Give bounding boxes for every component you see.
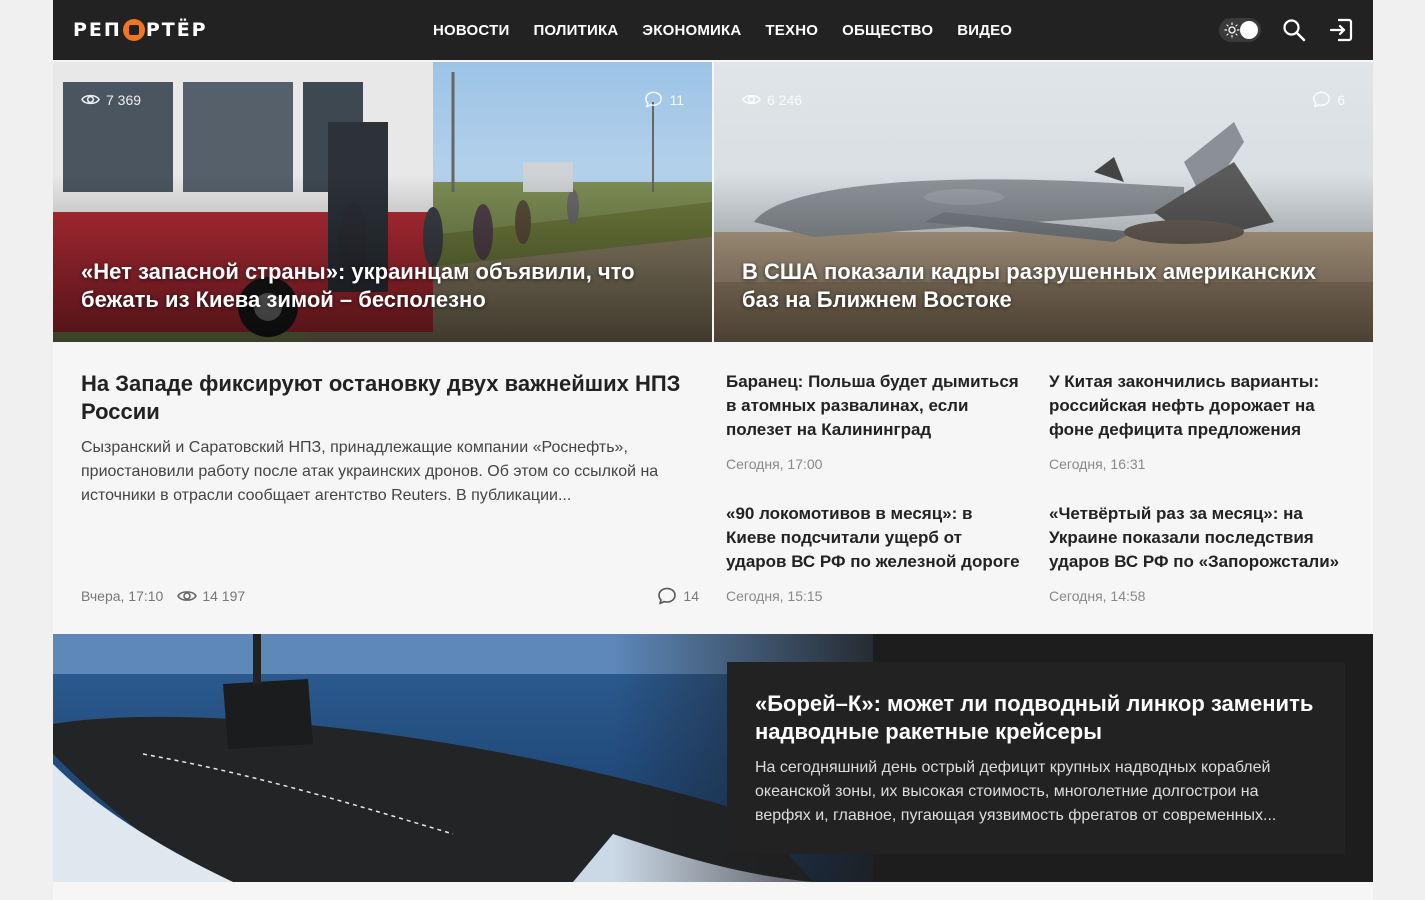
hero-title[interactable]: «Нет запасной страны»: украинцам объявил… — [81, 258, 684, 314]
banner-title[interactable]: «Борей–К»: может ли подводный линкор зам… — [755, 690, 1317, 746]
next-section-edge — [53, 882, 1373, 900]
eye-icon — [81, 94, 100, 105]
nav-item-news[interactable]: НОВОСТИ — [433, 22, 509, 39]
banner-card: «Борей–К»: может ли подводный линкор зам… — [727, 662, 1345, 854]
nav-item-video[interactable]: ВИДЕО — [957, 22, 1012, 39]
hero-comments[interactable]: 11 — [644, 90, 684, 109]
hero-title[interactable]: В США показали кадры разрушенных америка… — [742, 258, 1345, 314]
news-title[interactable]: «Четвёртый раз за месяц»: на Украине пок… — [1049, 502, 1349, 574]
nav-item-society[interactable]: ОБЩЕСТВО — [842, 22, 933, 39]
news-date: Сегодня, 17:00 — [726, 456, 823, 472]
hero-comments-count: 11 — [669, 91, 684, 108]
nav-item-economics[interactable]: ЭКОНОМИКА — [642, 22, 741, 39]
hero-views-count: 6 246 — [767, 91, 803, 108]
feature-title[interactable]: На Западе фиксируют остановку двух важне… — [81, 370, 701, 426]
news-item[interactable]: «90 локомотивов в месяц»: в Киеве подсчи… — [726, 502, 1026, 604]
search-icon[interactable] — [1281, 17, 1307, 43]
site-logo[interactable]: РЕП РТЁР — [73, 17, 208, 43]
hero-views-count: 7 369 — [106, 91, 142, 108]
feature-date: Вчера, 17:10 — [81, 588, 164, 604]
hero-card[interactable]: 7 369 11 «Нет запасной страны»: украинца… — [53, 62, 712, 342]
hero-comments-count: 6 — [1337, 91, 1345, 108]
hero-views: 6 246 — [742, 90, 802, 109]
logo-mark-icon — [122, 19, 145, 41]
news-item[interactable]: Баранец: Польша будет дымиться в атомных… — [726, 370, 1026, 472]
hero-views: 7 369 — [81, 90, 141, 109]
theme-toggle[interactable] — [1219, 18, 1261, 42]
page: РЕП РТЁР НОВОСТИ ПОЛИТИКА ЭКОНОМИКА ТЕХНО… — [53, 0, 1373, 900]
comment-icon — [658, 587, 677, 605]
feature-article: На Западе фиксируют остановку двух важне… — [81, 370, 701, 508]
banner-excerpt: На сегодняшний день острый дефицит крупн… — [755, 759, 1277, 824]
login-icon[interactable] — [1328, 17, 1354, 43]
comment-icon — [645, 91, 663, 108]
feature-excerpt: Сызранский и Саратовский НПЗ, принадлежа… — [81, 439, 659, 504]
feature-views-count: 14 197 — [202, 588, 246, 604]
feature-views: 14 197 — [177, 586, 245, 606]
news-date: Сегодня, 15:15 — [726, 588, 823, 604]
hero-comments[interactable]: 6 — [1312, 90, 1345, 109]
eye-icon — [742, 94, 761, 105]
toggle-knob — [1240, 21, 1258, 39]
comment-icon — [1313, 91, 1331, 108]
feature-comments[interactable]: 14 — [657, 586, 699, 606]
feature-comments-count: 14 — [683, 588, 699, 604]
news-title[interactable]: «90 локомотивов в месяц»: в Киеве подсчи… — [726, 502, 1026, 574]
news-title[interactable]: У Китая закончились варианты: российская… — [1049, 370, 1349, 442]
news-date: Сегодня, 14:58 — [1049, 588, 1146, 604]
main-nav: НОВОСТИ ПОЛИТИКА ЭКОНОМИКА ТЕХНО ОБЩЕСТВ… — [433, 0, 1012, 60]
news-title[interactable]: Баранец: Польша будет дымиться в атомных… — [726, 370, 1026, 442]
nav-item-tech[interactable]: ТЕХНО — [765, 22, 818, 39]
news-item[interactable]: У Китая закончились варианты: российская… — [1049, 370, 1349, 472]
eye-icon — [177, 591, 198, 601]
news-item[interactable]: «Четвёртый раз за месяц»: на Украине пок… — [1049, 502, 1349, 604]
feature-meta: Вчера, 17:10 14 197 14 — [81, 586, 699, 606]
banner-article[interactable]: «Борей–К»: может ли подводный линкор зам… — [53, 634, 1373, 882]
nav-item-politics[interactable]: ПОЛИТИКА — [533, 22, 618, 39]
hero-card[interactable]: 6 246 6 В США показали кадры разрушенных… — [714, 62, 1373, 342]
news-date: Сегодня, 16:31 — [1049, 456, 1146, 472]
sun-icon — [1224, 22, 1240, 38]
site-header: РЕП РТЁР НОВОСТИ ПОЛИТИКА ЭКОНОМИКА ТЕХНО… — [53, 0, 1373, 60]
